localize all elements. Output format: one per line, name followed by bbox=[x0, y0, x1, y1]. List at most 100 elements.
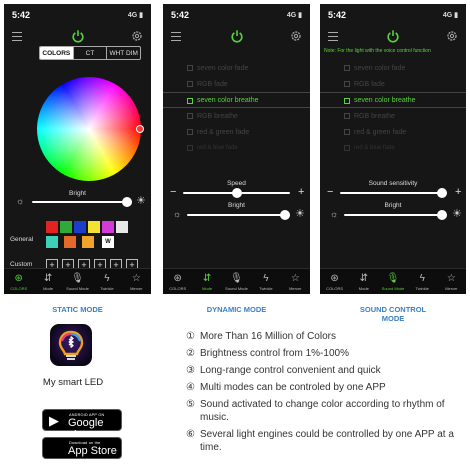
speed-increase-button[interactable]: + bbox=[298, 187, 304, 198]
nav-mercer[interactable]: ☆ Mercer bbox=[281, 269, 310, 294]
sensitivity-increase-button[interactable]: + bbox=[455, 187, 461, 198]
menu-icon[interactable] bbox=[171, 32, 181, 41]
mode-item[interactable]: RGB fade bbox=[320, 76, 466, 92]
brightness-slider[interactable] bbox=[32, 196, 132, 208]
nav-colors[interactable]: ⊛ COLORS bbox=[320, 269, 349, 294]
google-play-badge[interactable]: ▶ ANDROID APP ON Google play bbox=[42, 409, 122, 441]
star-icon: ☆ bbox=[131, 272, 141, 284]
speed-slider[interactable] bbox=[183, 187, 290, 199]
mode-item[interactable]: RGB fade bbox=[163, 76, 310, 92]
nav-mercer[interactable]: ☆ Mercer bbox=[437, 269, 466, 294]
swatch-white[interactable]: W bbox=[102, 236, 114, 248]
general-label: General bbox=[10, 236, 34, 243]
bright-label: Bright bbox=[228, 202, 245, 209]
brightness-slider[interactable] bbox=[344, 209, 447, 221]
color-swatch[interactable] bbox=[88, 221, 100, 233]
nav-twinkle[interactable]: ϟ Twinkle bbox=[251, 269, 280, 294]
mode-item[interactable]: seven color breathe bbox=[163, 92, 310, 108]
brightness-slider-thumb[interactable] bbox=[122, 197, 132, 207]
mode-item-label: red & blue fade bbox=[354, 145, 395, 151]
tab-ct[interactable]: CT bbox=[74, 47, 108, 59]
mode-item[interactable]: red & green fade bbox=[320, 124, 466, 140]
nav-sound-mode[interactable]: 🎙 Sound Mode bbox=[378, 269, 407, 294]
color-picker-handle[interactable] bbox=[136, 125, 144, 133]
sensitivity-decrease-button[interactable]: − bbox=[327, 187, 333, 198]
lightning-icon: ϟ bbox=[419, 272, 425, 284]
sound-sensitivity-label: Sound sensitivity bbox=[368, 180, 418, 187]
mode-item-label: red & green fade bbox=[354, 128, 407, 136]
color-swatch[interactable] bbox=[82, 236, 94, 248]
feature-item: ① More Than 16 Million of Colors bbox=[186, 330, 466, 343]
mode-grid-icon bbox=[187, 129, 193, 135]
app-icon bbox=[50, 324, 92, 366]
nav-twinkle[interactable]: ϟ Twinkle bbox=[408, 269, 437, 294]
mode-grid-icon bbox=[344, 129, 350, 135]
nav-mode[interactable]: ⇵ Mode bbox=[192, 269, 221, 294]
mode-grid-icon bbox=[187, 145, 193, 151]
mode-item[interactable]: seven color fade bbox=[320, 60, 466, 76]
mode-item-label: red & blue fade bbox=[197, 145, 238, 151]
menu-icon[interactable] bbox=[12, 32, 22, 41]
sensitivity-slider-thumb[interactable] bbox=[436, 188, 447, 198]
power-icon[interactable] bbox=[230, 29, 244, 43]
caption-sound-control-mode: SOUND CONTROL MODE bbox=[359, 305, 427, 323]
nav-colors[interactable]: ⊛ COLORS bbox=[4, 269, 33, 294]
app-store-badge[interactable]: Download on the App Store bbox=[42, 437, 122, 459]
mode-item-label: seven color breathe bbox=[197, 96, 259, 104]
mode-item[interactable]: RGB breathe bbox=[320, 108, 466, 124]
mode-item[interactable]: RGB breathe bbox=[163, 108, 310, 124]
mode-item[interactable]: red & blue fade bbox=[320, 140, 466, 156]
status-time: 5:42 bbox=[328, 10, 347, 20]
sensitivity-slider[interactable] bbox=[340, 187, 447, 199]
nav-mercer[interactable]: ☆ Mercer bbox=[122, 269, 151, 294]
nav-twinkle[interactable]: ϟ Twinkle bbox=[92, 269, 121, 294]
menu-icon[interactable] bbox=[328, 32, 338, 41]
nav-sound-mode[interactable]: 🎙 Sound Mode bbox=[63, 269, 92, 294]
brightness-slider[interactable] bbox=[187, 209, 290, 221]
brightness-slider-thumb[interactable] bbox=[436, 210, 447, 220]
color-swatch[interactable] bbox=[64, 236, 76, 248]
mode-item[interactable]: seven color breathe bbox=[320, 92, 466, 108]
mode-icon: ⇵ bbox=[202, 272, 212, 284]
color-swatch[interactable] bbox=[102, 221, 114, 233]
mode-list: seven color fade RGB fade seven color brea… bbox=[320, 60, 466, 156]
tab-colors[interactable]: COLORS bbox=[40, 47, 74, 59]
speed-decrease-button[interactable]: − bbox=[170, 187, 176, 198]
speed-slider-thumb[interactable] bbox=[231, 188, 242, 198]
feature-text: More Than 16 Million of Colors bbox=[200, 331, 336, 342]
color-swatch[interactable] bbox=[46, 221, 58, 233]
feature-text: Long-range control convenient and quick bbox=[200, 365, 381, 376]
nav-colors[interactable]: ⊛ COLORS bbox=[163, 269, 192, 294]
color-wheel[interactable] bbox=[37, 77, 144, 181]
nav-mode[interactable]: ⇵ Mode bbox=[349, 269, 378, 294]
mode-grid-icon bbox=[344, 113, 350, 119]
status-time: 5:42 bbox=[171, 10, 190, 20]
feature-text: Sound activated to change color accordin… bbox=[200, 399, 445, 423]
brightness-slider-thumb[interactable] bbox=[279, 210, 290, 220]
signal-indicator: 4G ▮ bbox=[127, 12, 143, 19]
power-icon[interactable] bbox=[71, 29, 85, 43]
feature-list: ① More Than 16 Million of Colors ② Brightne… bbox=[186, 330, 466, 458]
color-swatch[interactable] bbox=[60, 221, 72, 233]
bright-label: Bright bbox=[384, 202, 402, 209]
brightness-high-icon: ☀ bbox=[452, 208, 462, 220]
nav-sound-mode[interactable]: 🎙 Sound Mode bbox=[222, 269, 251, 294]
tab-wht-dim[interactable]: WHT DIM bbox=[107, 47, 140, 59]
color-swatch[interactable] bbox=[74, 221, 86, 233]
feature-number: ⑤ bbox=[186, 399, 195, 410]
mode-item[interactable]: seven color fade bbox=[163, 60, 310, 76]
gear-icon[interactable] bbox=[446, 30, 458, 42]
mode-item[interactable]: red & green fade bbox=[163, 124, 310, 140]
caption-static-mode: STATIC MODE bbox=[52, 305, 103, 314]
color-swatch[interactable] bbox=[46, 236, 58, 248]
mode-item[interactable]: red & blue fade bbox=[163, 140, 310, 156]
gear-icon[interactable] bbox=[290, 30, 302, 42]
mode-list: seven color fade RGB fade seven color brea… bbox=[163, 60, 310, 156]
power-icon[interactable] bbox=[386, 29, 400, 43]
mode-grid-icon bbox=[344, 145, 350, 151]
gear-icon[interactable] bbox=[131, 30, 143, 42]
microphone-icon: 🎙 bbox=[386, 272, 400, 284]
mode-item-label: RGB fade bbox=[354, 80, 385, 88]
nav-mode[interactable]: ⇵ Mode bbox=[33, 269, 62, 294]
color-swatch[interactable] bbox=[116, 221, 128, 233]
